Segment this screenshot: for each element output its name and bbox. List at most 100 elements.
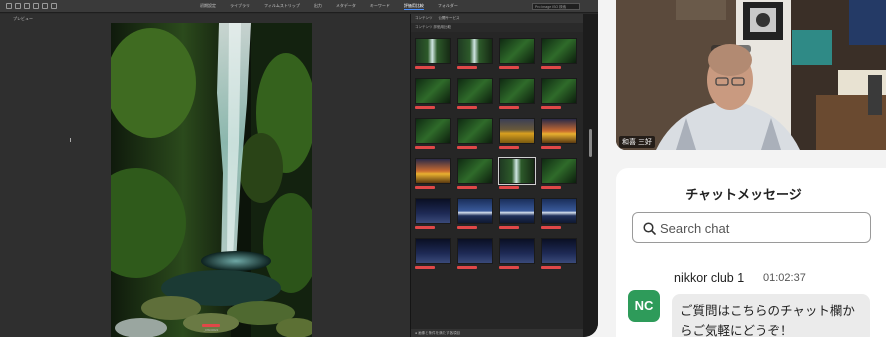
search-icon <box>643 222 656 235</box>
thumbnail-image <box>499 238 535 264</box>
thumbnail-image <box>541 158 577 184</box>
thumbnail[interactable] <box>457 238 493 269</box>
rating-badge <box>415 146 435 149</box>
participant-name: 和喜 三好 <box>619 136 655 148</box>
thumbnail[interactable] <box>541 238 577 269</box>
rating-badge <box>541 226 561 229</box>
workspace-tab[interactable]: キーワード <box>370 3 390 10</box>
preview-photo[interactable] <box>111 23 312 337</box>
rating-badge <box>202 324 220 327</box>
thumbnail[interactable] <box>541 118 577 149</box>
thumbnail[interactable] <box>457 198 493 229</box>
thumbnail-image <box>457 78 493 104</box>
thumbnail[interactable] <box>541 38 577 69</box>
rating-badge <box>415 106 435 109</box>
avatar: NC <box>628 290 660 322</box>
workspace-tab[interactable]: 初期設定 <box>200 3 216 10</box>
thumbnail-image <box>457 238 493 264</box>
chat-search-input[interactable] <box>660 218 860 238</box>
thumbnail[interactable] <box>499 38 535 69</box>
rating-badge <box>541 186 561 189</box>
camera-icon[interactable] <box>42 3 48 9</box>
back-icon[interactable] <box>6 3 12 9</box>
thumbnail-image <box>541 78 577 104</box>
thumbnail[interactable] <box>415 158 451 189</box>
thumbnail-image <box>541 118 577 144</box>
message-text-line-1: ご質問はこちらのチャット欄か <box>680 304 855 318</box>
thumbnail[interactable] <box>457 78 493 109</box>
thumbnail-image <box>457 118 493 144</box>
thumbnail[interactable] <box>499 118 535 149</box>
workspace-tab[interactable]: メタデータ <box>336 3 356 10</box>
chat-title: チャットメッセージ <box>685 187 802 202</box>
thumbnail-image <box>415 78 451 104</box>
workspace-tab[interactable]: フィルムストリップ <box>264 3 300 10</box>
rating-badge <box>499 146 519 149</box>
thumbnail-image <box>457 158 493 184</box>
thumbnail-image <box>498 157 536 185</box>
message-author: nikkor club 1 <box>674 271 745 285</box>
participant-video-frame <box>616 0 886 150</box>
participant-video: 和喜 三好 <box>616 0 886 150</box>
thumbnail-image <box>541 38 577 64</box>
tab-publish[interactable]: 公開サービス <box>439 16 460 21</box>
content-breadcrumb: コンテンツ 評価用比較 <box>411 23 583 32</box>
forward-icon[interactable] <box>15 3 21 9</box>
thumbnail[interactable] <box>415 78 451 109</box>
thumbnail[interactable] <box>499 198 535 229</box>
tab-content[interactable]: コンテンツ <box>415 16 433 21</box>
app-toolbar: 初期設定 ライブラリ フィルムストリップ 出力 メタデータ キーワード 評価用比較 フォルダー… <box>0 0 598 13</box>
meeting-view: 初期設定 ライブラリ フィルムストリップ 出力 メタデータ キーワード 評価用比較 フォルダー… <box>0 0 886 337</box>
thumbnail[interactable] <box>499 78 535 109</box>
rating-badge <box>415 186 435 189</box>
message-text-line-2: らご気軽にどうぞ！ <box>680 324 793 337</box>
workspace-tab[interactable]: 出力 <box>314 3 322 10</box>
thumbnail-image <box>499 118 535 144</box>
thumbnail[interactable] <box>498 157 536 189</box>
rating-badge <box>541 266 561 269</box>
thumbnail-image <box>415 158 451 184</box>
workspace-tab[interactable]: フォルダー <box>438 3 458 10</box>
rating-badge <box>457 266 477 269</box>
thumbnail-row <box>415 78 581 109</box>
thumbnail-image <box>541 198 577 224</box>
thumbnail-image <box>499 78 535 104</box>
thumbnail[interactable] <box>499 238 535 269</box>
search-field[interactable]: Pro Image ISO 検索 <box>532 3 580 10</box>
workspace-tab[interactable]: 評価用比較 <box>403 3 424 10</box>
waterfall-image <box>111 23 312 337</box>
refine-icon[interactable] <box>51 3 57 9</box>
workspace-tab[interactable]: ライブラリ <box>230 3 250 10</box>
content-panel: コンテンツ 公開サービス コンテンツ 評価用比較 ● 画像と条件を満たす各項目 <box>410 14 584 337</box>
thumbnail-image <box>457 38 493 64</box>
thumbnail[interactable] <box>415 38 451 69</box>
thumbnail[interactable] <box>457 158 493 189</box>
thumbnail[interactable] <box>457 38 493 69</box>
chat-search[interactable] <box>632 212 871 243</box>
rotate-icon[interactable] <box>33 3 39 9</box>
thumbnail[interactable] <box>541 78 577 109</box>
rating-badge <box>541 106 561 109</box>
folder-icon[interactable] <box>24 3 30 9</box>
message-bubble: ご質問はこちらのチャット欄か らご気軽にどうぞ！ <box>672 294 870 337</box>
thumbnail[interactable] <box>415 238 451 269</box>
content-footer: ● 画像と条件を満たす各項目 <box>411 329 584 337</box>
thumbnail[interactable] <box>541 158 577 189</box>
thumbnail[interactable] <box>541 198 577 229</box>
thumbnail-image <box>415 118 451 144</box>
thumbnail[interactable] <box>415 198 451 229</box>
preview-panel: プレビュー _DSC0021 <box>0 14 410 337</box>
preview-filename: _DSC0021 <box>203 328 219 332</box>
content-tabs: コンテンツ 公開サービス <box>411 14 583 23</box>
content-scrollbar[interactable] <box>583 14 598 337</box>
message-time: 01:02:37 <box>763 272 806 284</box>
toolbar-tools <box>0 3 200 9</box>
shared-screen: 初期設定 ライブラリ フィルムストリップ 出力 メタデータ キーワード 評価用比較 フォルダー… <box>0 0 598 337</box>
thumbnail[interactable] <box>415 118 451 149</box>
rating-badge <box>499 266 519 269</box>
scrollbar-thumb[interactable] <box>589 129 592 157</box>
thumbnail[interactable] <box>457 118 493 149</box>
thumbnail-row <box>415 38 581 69</box>
thumbnail-image <box>415 238 451 264</box>
thumbnail-image <box>457 198 493 224</box>
